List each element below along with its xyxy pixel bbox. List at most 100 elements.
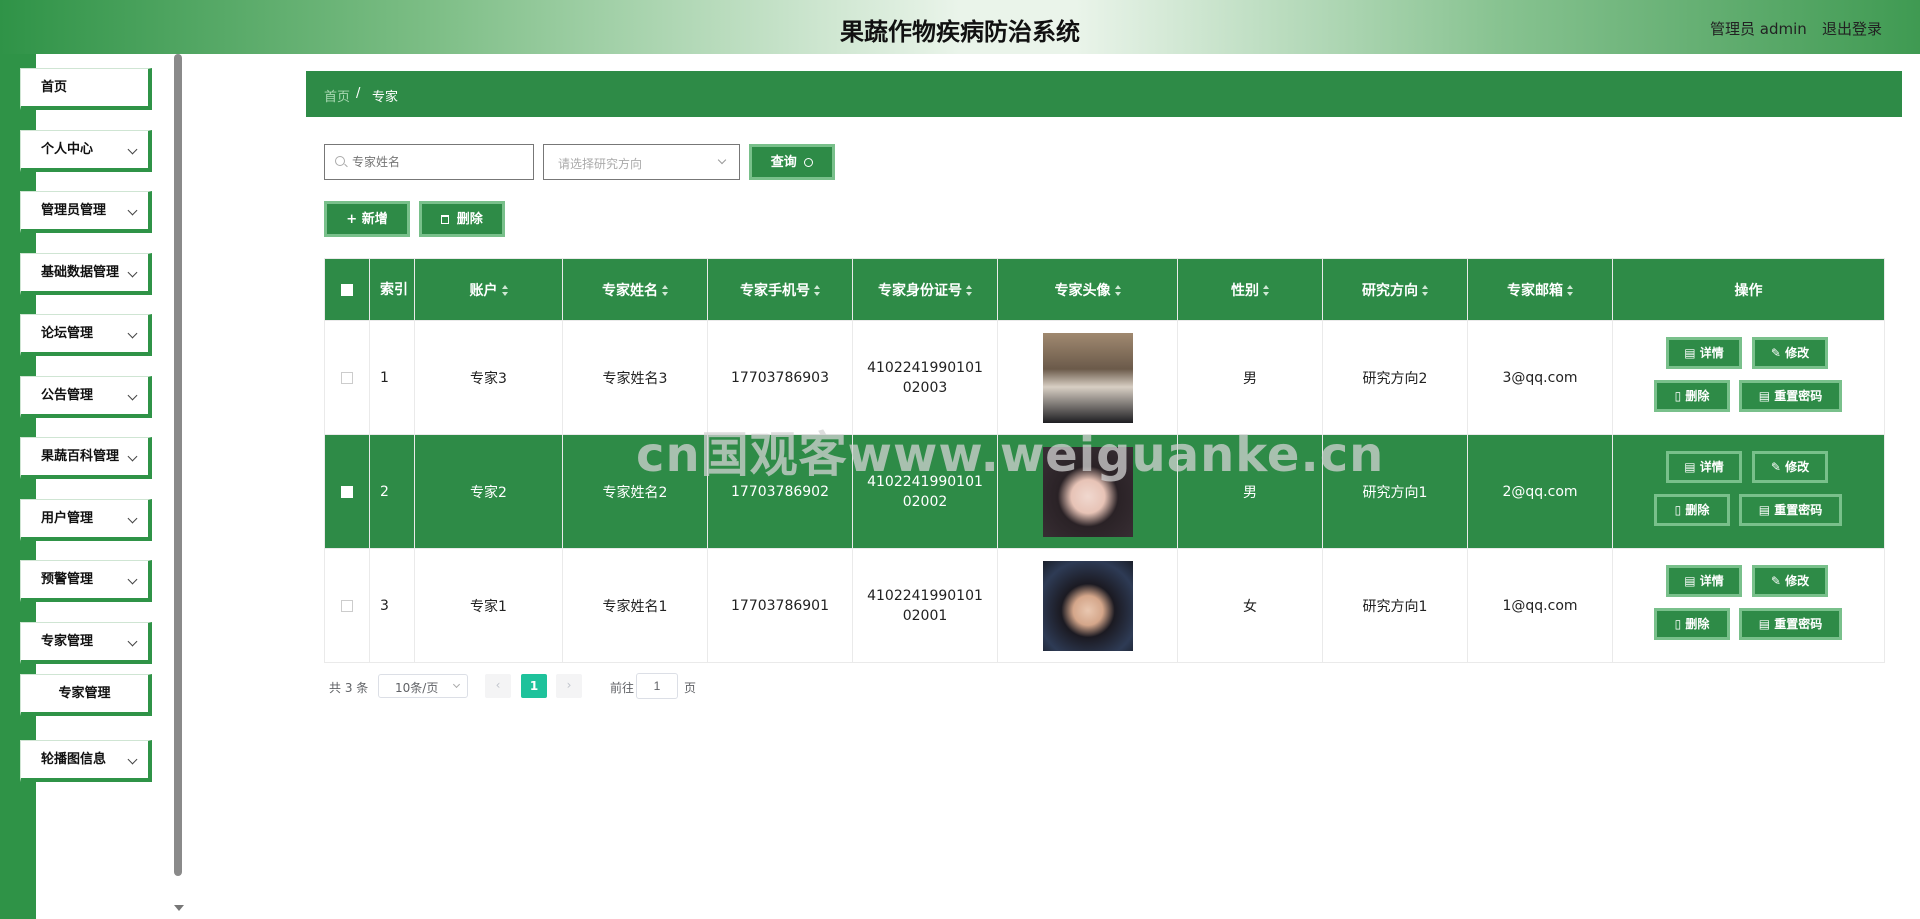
sidebar-item-basic-data[interactable]: 基础数据管理 bbox=[20, 253, 152, 295]
breadcrumb: 首页 / 专家 bbox=[306, 71, 1902, 117]
document-icon: ▤ bbox=[1684, 574, 1700, 588]
sort-icon[interactable] bbox=[1114, 284, 1121, 297]
edit-button[interactable]: ✎ 修改 bbox=[1752, 337, 1828, 369]
table-row[interactable]: 2 专家2 专家姓名2 17703786902 4102241990101020… bbox=[324, 434, 1885, 549]
next-page-button[interactable]: › bbox=[556, 674, 582, 698]
row-checkbox[interactable] bbox=[341, 371, 353, 384]
sidebar-item-forum[interactable]: 论坛管理 bbox=[20, 314, 152, 356]
table-row[interactable]: 3 专家1 专家姓名1 17703786901 4102241990101020… bbox=[324, 548, 1885, 663]
reset-password-button[interactable]: ▤ 重置密码 bbox=[1739, 380, 1842, 412]
sidebar-item-label: 轮播图信息 bbox=[41, 752, 107, 767]
sidebar-item-notice[interactable]: 公告管理 bbox=[20, 376, 152, 418]
sort-icon[interactable] bbox=[501, 284, 508, 297]
document-icon: ▤ bbox=[1758, 503, 1775, 517]
col-header-direction[interactable]: 研究方向 bbox=[1322, 258, 1468, 321]
expert-table: 索引 账户 专家姓名 专家手机号 专家身份证号 专家头像 性别 研究方向 专家邮… bbox=[324, 258, 1885, 663]
detail-label: 详情 bbox=[1699, 346, 1724, 360]
row-checkbox[interactable] bbox=[341, 599, 353, 612]
search-icon bbox=[335, 156, 345, 166]
chevron-down-icon bbox=[127, 513, 138, 524]
sidebar-item-admin-management[interactable]: 管理员管理 bbox=[20, 191, 152, 233]
logout-link[interactable]: 退出登录 bbox=[1822, 18, 1882, 39]
col-header-index: 索引 bbox=[369, 258, 415, 321]
sort-icon[interactable] bbox=[662, 284, 668, 297]
delete-button[interactable]: ▯ 删除 bbox=[1654, 380, 1730, 412]
col-header-phone[interactable]: 专家手机号 bbox=[707, 258, 853, 321]
document-icon: ▤ bbox=[1684, 460, 1700, 474]
col-header-id-card[interactable]: 专家身份证号 bbox=[852, 258, 998, 321]
cell-gender: 女 bbox=[1177, 548, 1323, 663]
reset-password-button[interactable]: ▤ 重置密码 bbox=[1739, 494, 1842, 526]
expert-name-input[interactable] bbox=[352, 153, 522, 171]
research-direction-select[interactable]: 请选择研究方向 bbox=[543, 144, 740, 180]
col-header-email[interactable]: 专家邮箱 bbox=[1467, 258, 1613, 321]
detail-button[interactable]: ▤ 详情 bbox=[1666, 565, 1742, 597]
col-header-account[interactable]: 账户 bbox=[414, 258, 563, 321]
page-size-select[interactable]: 10条/页 bbox=[378, 674, 468, 698]
edit-button[interactable]: ✎ 修改 bbox=[1752, 451, 1828, 483]
expert-avatar-image[interactable] bbox=[1042, 332, 1133, 423]
detail-button[interactable]: ▤ 详情 bbox=[1666, 337, 1742, 369]
chevron-down-icon bbox=[127, 754, 138, 765]
scroll-down-arrow-icon[interactable] bbox=[174, 905, 184, 911]
chevron-down-icon bbox=[452, 680, 461, 689]
add-button[interactable]: + 新增 bbox=[324, 201, 410, 237]
breadcrumb-home[interactable]: 首页 bbox=[324, 86, 350, 105]
col-header-name[interactable]: 专家姓名 bbox=[562, 258, 708, 321]
detail-button[interactable]: ▤ 详情 bbox=[1666, 451, 1742, 483]
sidebar-item-encyclopedia[interactable]: 果蔬百科管理 bbox=[20, 437, 152, 479]
batch-delete-button[interactable]: 删除 bbox=[419, 201, 505, 237]
chevron-down-icon bbox=[127, 636, 138, 647]
expert-avatar-image[interactable] bbox=[1042, 446, 1133, 537]
sort-icon[interactable] bbox=[1567, 284, 1573, 297]
document-icon: ▤ bbox=[1758, 617, 1775, 631]
breadcrumb-separator: / bbox=[356, 86, 361, 101]
sidebar-item-personal-center[interactable]: 个人中心 bbox=[20, 130, 152, 172]
row-checkbox[interactable] bbox=[341, 485, 353, 498]
sidebar-item-label: 论坛管理 bbox=[41, 326, 94, 341]
page-number-current[interactable]: 1 bbox=[521, 674, 547, 698]
cell-account: 专家2 bbox=[414, 434, 563, 549]
cell-phone: 17703786903 bbox=[707, 320, 853, 435]
sidebar-subitem-expert-management[interactable]: 专家管理 bbox=[20, 674, 152, 716]
sidebar-item-warning[interactable]: 预警管理 bbox=[20, 560, 152, 602]
expert-name-search[interactable] bbox=[324, 144, 534, 180]
sidebar-item-carousel[interactable]: 轮播图信息 bbox=[20, 740, 152, 782]
sidebar-scrollbar[interactable] bbox=[174, 54, 182, 876]
prev-page-button[interactable]: ‹ bbox=[485, 674, 511, 698]
sort-icon[interactable] bbox=[966, 284, 972, 297]
search-icon bbox=[804, 158, 814, 167]
reset-password-button[interactable]: ▤ 重置密码 bbox=[1739, 608, 1842, 640]
sort-icon[interactable] bbox=[814, 284, 820, 297]
table-row[interactable]: 1 专家3 专家姓名3 17703786903 4102241990101020… bbox=[324, 320, 1885, 435]
goto-page-input[interactable] bbox=[636, 673, 678, 699]
current-user[interactable]: 管理员 admin bbox=[1710, 18, 1807, 39]
cell-direction: 研究方向1 bbox=[1322, 434, 1468, 549]
cell-index: 2 bbox=[369, 434, 415, 549]
col-header-avatar[interactable]: 专家头像 bbox=[997, 258, 1178, 321]
page-unit-label: 页 bbox=[684, 681, 697, 695]
delete-button[interactable]: ▯ 删除 bbox=[1654, 608, 1730, 640]
cell-direction: 研究方向1 bbox=[1322, 548, 1468, 663]
select-all-checkbox[interactable] bbox=[341, 283, 353, 296]
cell-index: 1 bbox=[369, 320, 415, 435]
col-header-gender[interactable]: 性别 bbox=[1177, 258, 1323, 321]
chevron-down-icon bbox=[127, 574, 138, 585]
header-label: 专家头像 bbox=[1054, 282, 1111, 299]
cell-gender: 男 bbox=[1177, 434, 1323, 549]
sidebar-item-home[interactable]: 首页 bbox=[20, 68, 152, 110]
edit-icon: ✎ bbox=[1770, 574, 1786, 588]
sort-icon[interactable] bbox=[1263, 284, 1269, 297]
plus-icon: + bbox=[346, 212, 358, 227]
delete-button[interactable]: ▯ 删除 bbox=[1654, 494, 1730, 526]
sidebar-item-users[interactable]: 用户管理 bbox=[20, 499, 152, 541]
expert-avatar-image[interactable] bbox=[1042, 560, 1133, 651]
edit-button[interactable]: ✎ 修改 bbox=[1752, 565, 1828, 597]
query-button[interactable]: 查询 bbox=[749, 144, 835, 180]
top-header: 果蔬作物疾病防治系统 管理员 admin 退出登录 bbox=[0, 0, 1920, 54]
sort-icon[interactable] bbox=[1422, 284, 1428, 297]
chevron-down-icon bbox=[717, 155, 727, 165]
sidebar-item-expert-management[interactable]: 专家管理 bbox=[20, 622, 152, 664]
col-header-actions: 操作 bbox=[1612, 258, 1885, 321]
delete-label: 删除 bbox=[1685, 389, 1710, 403]
